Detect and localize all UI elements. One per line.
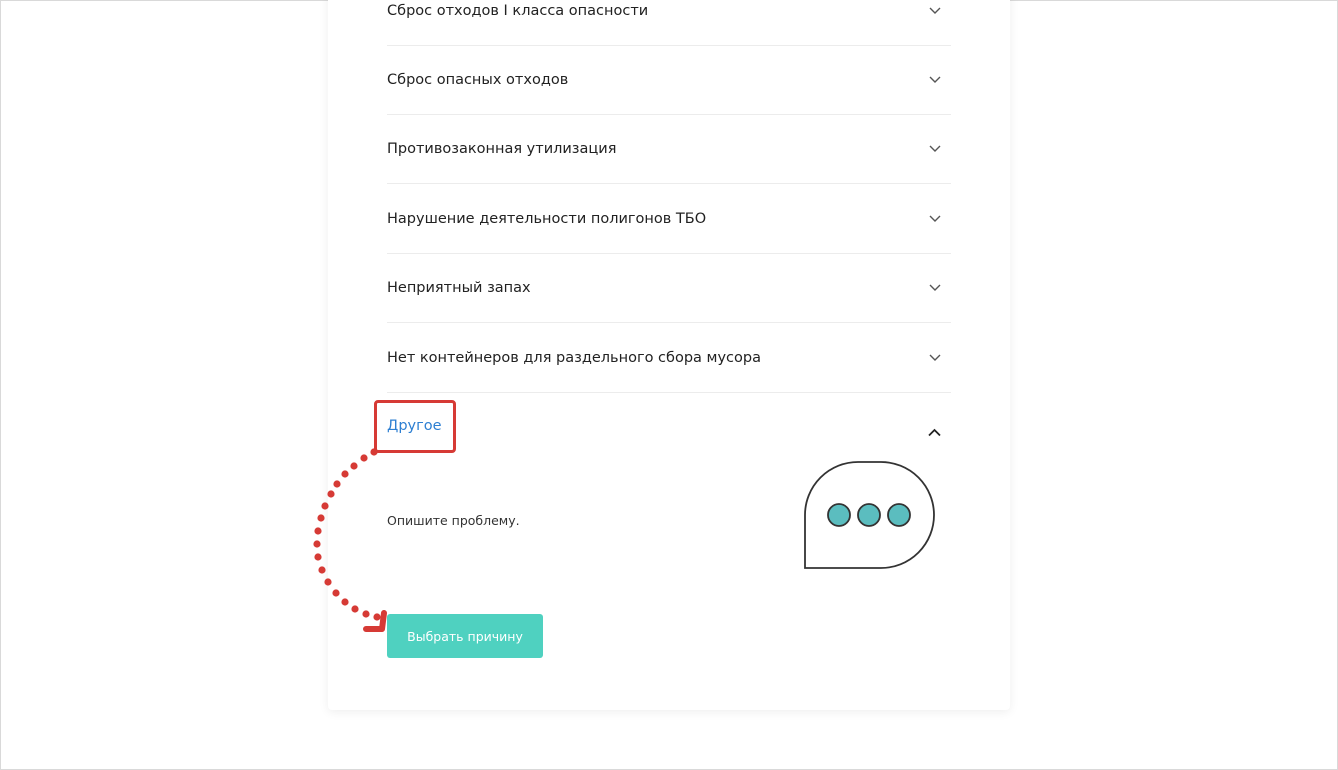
annotation-highlight-box [374, 400, 456, 453]
chevron-down-icon [929, 284, 941, 292]
accordion-item-label: Неприятный запах [387, 279, 531, 296]
chat-bubble-icon [803, 460, 937, 576]
accordion-item-label: Нарушение деятельности полигонов ТБО [387, 210, 707, 227]
chevron-up-icon[interactable] [928, 422, 941, 441]
chevron-down-icon [929, 354, 941, 362]
accordion-item-label: Нет контейнеров для раздельного сбора му… [387, 349, 761, 366]
accordion-item-hazardous-waste[interactable]: Сброс опасных отходов [387, 45, 951, 115]
chevron-down-icon [929, 215, 941, 223]
choose-reason-button[interactable]: Выбрать причину [387, 614, 543, 658]
accordion-item-illegal-disposal[interactable]: Противозаконная утилизация [387, 114, 951, 184]
accordion-item-class1-waste[interactable]: Сброс отходов I класса опасности [387, 0, 951, 46]
accordion-item-landfill-violation[interactable]: Нарушение деятельности полигонов ТБО [387, 184, 951, 254]
accordion-item-bad-smell[interactable]: Неприятный запах [387, 253, 951, 323]
accordion-item-label: Сброс опасных отходов [387, 71, 569, 88]
problem-description-text: Опишите проблему. [387, 513, 520, 528]
chevron-down-icon [929, 7, 941, 15]
chevron-down-icon [929, 145, 941, 153]
accordion-item-label: Противозаконная утилизация [387, 140, 617, 157]
chevron-down-icon [929, 76, 941, 84]
accordion-item-no-containers[interactable]: Нет контейнеров для раздельного сбора му… [387, 323, 951, 393]
accordion-item-label: Сброс отходов I класса опасности [387, 2, 649, 19]
